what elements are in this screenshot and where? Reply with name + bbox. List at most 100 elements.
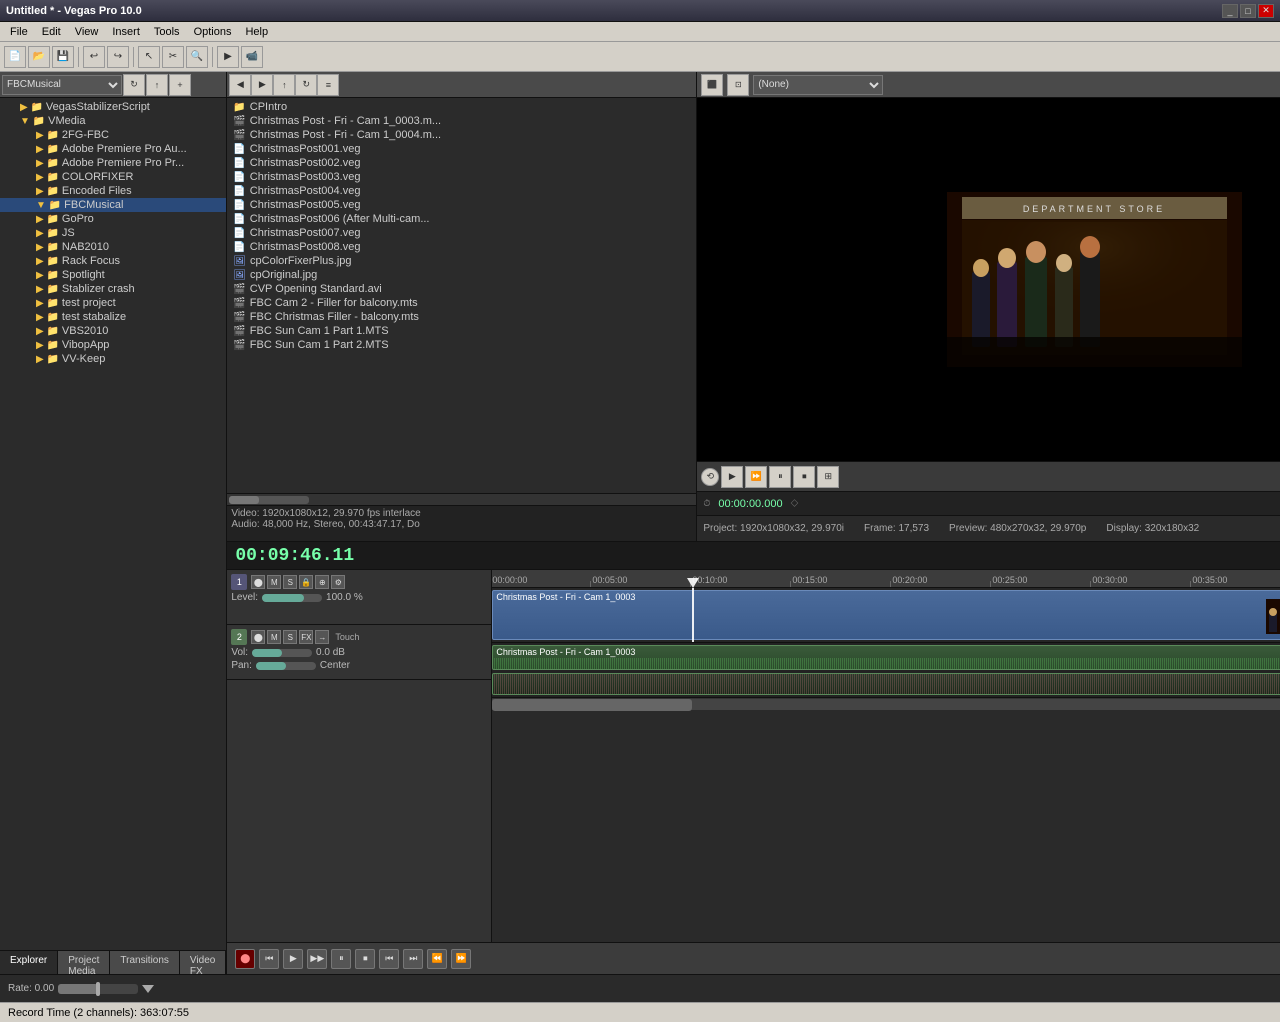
menu-help[interactable]: Help <box>239 24 274 40</box>
rate-slider[interactable] <box>58 984 138 994</box>
tree-item-fbcmusical[interactable]: ▼ 📁 FBCMusical <box>0 198 226 212</box>
track-arm-2[interactable]: ⬤ <box>251 630 265 644</box>
list-item-cam0003[interactable]: 🎬 Christmas Post - Fri - Cam 1_0003.m... <box>227 114 696 128</box>
list-item-cvp[interactable]: 🎬 CVP Opening Standard.avi <box>227 282 696 296</box>
track-solo[interactable]: S <box>283 575 297 589</box>
edit-tool[interactable]: ✂ <box>162 46 184 68</box>
tree-item-vmedia[interactable]: ▼ 📁 VMedia <box>0 114 226 128</box>
list-item-veg001[interactable]: 📄 ChristmasPost001.veg <box>227 142 696 156</box>
slow-fwd[interactable]: ⏩ <box>451 949 471 969</box>
tab-transitions[interactable]: Transitions <box>110 951 180 974</box>
tree-item-vegasscript[interactable]: ▶ 📁 VegasStabilizerScript <box>0 100 226 114</box>
new-button[interactable]: 📄 <box>4 46 26 68</box>
preview-play-fast[interactable]: ⏩ <box>745 466 767 488</box>
track-send[interactable]: → <box>315 630 329 644</box>
pan-slider[interactable] <box>256 662 316 670</box>
minimize-button[interactable]: _ <box>1222 4 1238 18</box>
explorer-nav-up[interactable]: ↑ <box>146 74 168 96</box>
cursor-tool[interactable]: ↖ <box>138 46 160 68</box>
preview-tb-1[interactable]: ⬛ <box>701 74 723 96</box>
tree-item-spotlight[interactable]: ▶ 📁 Spotlight <box>0 268 226 282</box>
play-btn[interactable]: ▶ <box>283 949 303 969</box>
list-item-fbc-sun1[interactable]: 🎬 FBC Sun Cam 1 Part 1.MTS <box>227 324 696 338</box>
tab-explorer[interactable]: Explorer <box>0 951 58 974</box>
list-item-veg006[interactable]: 📄 ChristmasPost006 (After Multi-cam... <box>227 212 696 226</box>
track-fx-2[interactable]: FX <box>299 630 313 644</box>
track-solo-2[interactable]: S <box>283 630 297 644</box>
fl-refresh[interactable]: ↻ <box>295 74 317 96</box>
list-item-veg004[interactable]: 📄 ChristmasPost004.veg <box>227 184 696 198</box>
tab-video-fx[interactable]: Video FX <box>180 951 226 974</box>
list-item-fbc-filler[interactable]: 🎬 FBC Cam 2 - Filler for balcony.mts <box>227 296 696 310</box>
tree-item-ap2[interactable]: ▶ 📁 Adobe Premiere Pro Pr... <box>0 156 226 170</box>
save-button[interactable]: 💾 <box>52 46 74 68</box>
list-item-jpg1[interactable]: 🖼 cpColorFixerPlus.jpg <box>227 254 696 268</box>
list-item-cpintro[interactable]: 📁 CPIntro <box>227 100 696 114</box>
track-settings[interactable]: ⚙ <box>331 575 345 589</box>
play-from-start[interactable]: ⏮ <box>259 949 279 969</box>
track-mute[interactable]: M <box>267 575 281 589</box>
list-item-veg007[interactable]: 📄 ChristmasPost007.veg <box>227 226 696 240</box>
preview-tb-2[interactable]: ⊡ <box>727 74 749 96</box>
audio-clip-main[interactable]: Christmas Post - Fri - Cam 1_0003 <box>492 645 1280 670</box>
preview-stop[interactable]: ⏹ <box>793 466 815 488</box>
zoom-tool[interactable]: 🔍 <box>186 46 208 68</box>
pause-btn[interactable]: ⏸ <box>331 949 351 969</box>
list-item-cam0004[interactable]: 🎬 Christmas Post - Fri - Cam 1_0004.m... <box>227 128 696 142</box>
next-frame[interactable]: ⏭ <box>403 949 423 969</box>
tree-item-testproject[interactable]: ▶ 📁 test project <box>0 296 226 310</box>
redo-button[interactable]: ↪ <box>107 46 129 68</box>
track-lock[interactable]: 🔒 <box>299 575 313 589</box>
tree-item-stablizer[interactable]: ▶ 📁 Stablizer crash <box>0 282 226 296</box>
tree-item-gopro[interactable]: ▶ 📁 GoPro <box>0 212 226 226</box>
explorer-new-folder[interactable]: + <box>169 74 191 96</box>
track-composite[interactable]: ⊕ <box>315 575 329 589</box>
close-button[interactable]: ✕ <box>1258 4 1274 18</box>
tree-item-ap1[interactable]: ▶ 📁 Adobe Premiere Pro Au... <box>0 142 226 156</box>
tree-item-2fg[interactable]: ▶ 📁 2FG-FBC <box>0 128 226 142</box>
level-slider[interactable] <box>262 594 322 602</box>
menu-edit[interactable]: Edit <box>36 24 67 40</box>
play-loop[interactable]: ▶▶ <box>307 949 327 969</box>
tree-item-teststab[interactable]: ▶ 📁 test stabalize <box>0 310 226 324</box>
vol-slider[interactable] <box>252 649 312 657</box>
undo-button[interactable]: ↩ <box>83 46 105 68</box>
list-item-fbc-sun2[interactable]: 🎬 FBC Sun Cam 1 Part 2.MTS <box>227 338 696 352</box>
prev-frame[interactable]: ⏮ <box>379 949 399 969</box>
video-clip-main[interactable]: Christmas Post - Fri - Cam 1_0003 <box>492 590 1280 640</box>
fl-back[interactable]: ◀ <box>229 74 251 96</box>
tree-item-js[interactable]: ▶ 📁 JS <box>0 226 226 240</box>
tree-item-vibop[interactable]: ▶ 📁 VibopApp <box>0 338 226 352</box>
track-mute-2[interactable]: M <box>267 630 281 644</box>
slow-rev[interactable]: ⏪ <box>427 949 447 969</box>
timeline-scrollbar[interactable] <box>492 698 1280 710</box>
tree-item-rackfocus[interactable]: ▶ 📁 Rack Focus <box>0 254 226 268</box>
list-item-fbc-christmas[interactable]: 🎬 FBC Christmas Filler - balcony.mts <box>227 310 696 324</box>
list-item-jpg2[interactable]: 🖼 cpOriginal.jpg <box>227 268 696 282</box>
list-item-veg008[interactable]: 📄 ChristmasPost008.veg <box>227 240 696 254</box>
list-item-veg005[interactable]: 📄 ChristmasPost005.veg <box>227 198 696 212</box>
tree-item-nab[interactable]: ▶ 📁 NAB2010 <box>0 240 226 254</box>
track-arm[interactable]: ⬤ <box>251 575 265 589</box>
preview-play[interactable]: ▶ <box>721 466 743 488</box>
render-button[interactable]: ▶ <box>217 46 239 68</box>
fl-view[interactable]: ≡ <box>317 74 339 96</box>
explorer-refresh[interactable]: ↻ <box>123 74 145 96</box>
tree-item-encoded[interactable]: ▶ 📁 Encoded Files <box>0 184 226 198</box>
preview-frame-mode[interactable]: ⊞ <box>817 466 839 488</box>
tab-project-media[interactable]: Project Media <box>58 951 110 974</box>
tree-item-vvkeep[interactable]: ▶ 📁 VV-Keep <box>0 352 226 366</box>
stop-btn[interactable]: ⏹ <box>355 949 375 969</box>
menu-tools[interactable]: Tools <box>148 24 186 40</box>
menu-file[interactable]: File <box>4 24 34 40</box>
open-button[interactable]: 📂 <box>28 46 50 68</box>
audio-clip-2[interactable] <box>492 673 1280 695</box>
preview-pause[interactable]: ⏸ <box>769 466 791 488</box>
menu-insert[interactable]: Insert <box>106 24 146 40</box>
maximize-button[interactable]: □ <box>1240 4 1256 18</box>
tree-item-vbs[interactable]: ▶ 📁 VBS2010 <box>0 324 226 338</box>
preview-dropdown[interactable]: (None) <box>753 75 883 95</box>
list-item-veg002[interactable]: 📄 ChristmasPost002.veg <box>227 156 696 170</box>
fl-fwd[interactable]: ▶ <box>251 74 273 96</box>
menu-view[interactable]: View <box>69 24 105 40</box>
